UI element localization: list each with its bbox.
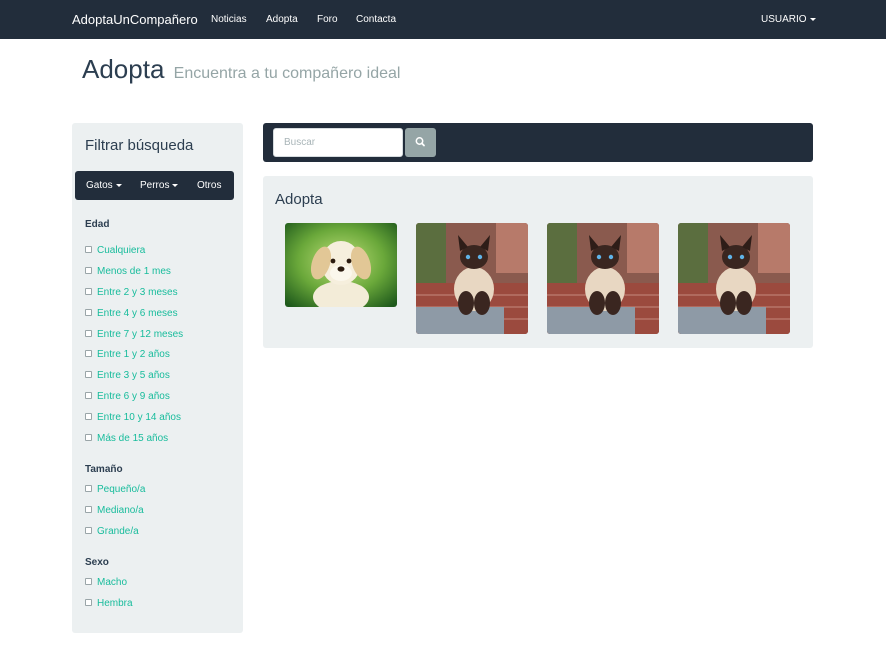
checkbox[interactable] (85, 391, 92, 399)
tamano-heading: Tamaño (85, 464, 123, 475)
animal-type-tabs: Gatos Perros Otros (75, 171, 234, 200)
search-input[interactable] (273, 128, 403, 157)
checkbox-label: Entre 6 y 9 años (97, 391, 170, 402)
checkbox-label: Entre 1 y 2 años (97, 349, 170, 360)
nav-link-foro[interactable]: Foro (317, 14, 338, 25)
search-button[interactable] (405, 128, 436, 157)
tab-perros-label: Perros (140, 180, 170, 191)
checkbox[interactable] (85, 308, 92, 316)
checkbox-label: Entre 2 y 3 meses (97, 287, 178, 298)
filter-sexo-macho[interactable]: Macho (85, 577, 127, 589)
adopta-title: Adopta (275, 191, 323, 208)
checkbox-label: Entre 10 y 14 años (97, 412, 181, 423)
search-icon (415, 137, 425, 147)
filter-edad-mas-15-anos[interactable]: Más de 15 años (85, 433, 168, 445)
checkbox[interactable] (85, 412, 92, 420)
caret-down-icon (115, 183, 122, 187)
pet-card-cat[interactable] (547, 223, 659, 334)
checkbox-label: Entre 4 y 6 meses (97, 308, 178, 319)
filter-edad-cualquiera[interactable]: Cualquiera (85, 245, 145, 257)
pet-card-cat[interactable] (678, 223, 790, 334)
filter-tamano-grande[interactable]: Grande/a (85, 526, 139, 538)
checkbox-label: Más de 15 años (97, 433, 169, 444)
checkbox[interactable] (85, 287, 92, 295)
checkbox-label: Entre 3 y 5 años (97, 370, 170, 381)
nav-link-adopta[interactable]: Adopta (266, 14, 298, 25)
edad-heading: Edad (85, 219, 110, 230)
filter-edad-1-2-anos[interactable]: Entre 1 y 2 años (85, 349, 170, 361)
checkbox[interactable] (85, 577, 92, 585)
siamese-cat-photo (547, 223, 659, 334)
filter-edad-10-14-anos[interactable]: Entre 10 y 14 años (85, 412, 181, 424)
checkbox[interactable] (85, 526, 92, 534)
filter-edad-3-5-anos[interactable]: Entre 3 y 5 años (85, 370, 170, 382)
user-menu[interactable]: USUARIO (761, 14, 816, 25)
checkbox-label: Mediano/a (97, 505, 144, 516)
tab-gatos-label: Gatos (86, 180, 113, 191)
filter-tamano-mediano[interactable]: Mediano/a (85, 505, 144, 517)
checkbox[interactable] (85, 349, 92, 357)
checkbox[interactable] (85, 598, 92, 606)
pet-card-puppy[interactable] (285, 223, 397, 307)
checkbox[interactable] (85, 433, 92, 441)
adopta-panel: Adopta (263, 176, 813, 348)
filter-title: Filtrar búsqueda (85, 137, 194, 154)
checkbox-label: Entre 7 y 12 meses (97, 329, 184, 340)
checkbox-label: Pequeño/a (97, 484, 146, 495)
pet-card-cat[interactable] (416, 223, 528, 334)
checkbox-label: Hembra (97, 598, 133, 609)
brand-link[interactable]: AdoptaUnCompañero (72, 12, 198, 27)
page-subtitle: Encuentra a tu compañero ideal (173, 65, 401, 82)
filter-tamano-pequeno[interactable]: Pequeño/a (85, 484, 145, 496)
filter-sidebar: Filtrar búsqueda Gatos Perros Otros Edad… (72, 123, 243, 633)
filter-edad-menos-1-mes[interactable]: Menos de 1 mes (85, 266, 171, 278)
checkbox[interactable] (85, 245, 92, 253)
page-title: Adopta (82, 54, 165, 84)
tab-gatos[interactable]: Gatos (86, 180, 122, 191)
checkbox-label: Macho (97, 577, 128, 588)
page-header: Adopta Encuentra a tu compañero ideal (82, 54, 400, 85)
filter-edad-4-6-meses[interactable]: Entre 4 y 6 meses (85, 308, 178, 320)
caret-down-icon (172, 183, 179, 187)
sexo-heading: Sexo (85, 557, 109, 568)
filter-sexo-hembra[interactable]: Hembra (85, 598, 133, 610)
siamese-cat-photo (678, 223, 790, 334)
checkbox-label: Menos de 1 mes (97, 266, 171, 277)
user-menu-label: USUARIO (761, 14, 807, 25)
checkbox[interactable] (85, 329, 92, 337)
caret-down-icon (809, 17, 816, 21)
nav-link-noticias[interactable]: Noticias (211, 14, 247, 25)
filter-edad-2-3-meses[interactable]: Entre 2 y 3 meses (85, 287, 178, 299)
tab-perros[interactable]: Perros (140, 180, 179, 191)
checkbox[interactable] (85, 484, 92, 492)
siamese-cat-photo (416, 223, 528, 334)
tab-otros[interactable]: Otros (197, 180, 221, 191)
top-navbar: AdoptaUnCompañero Noticias Adopta Foro C… (0, 0, 886, 39)
nav-link-contacta[interactable]: Contacta (356, 14, 396, 25)
checkbox[interactable] (85, 505, 92, 513)
puppy-photo (285, 223, 397, 307)
search-bar (263, 123, 813, 162)
checkbox-label: Grande/a (97, 526, 139, 537)
filter-edad-7-12-meses[interactable]: Entre 7 y 12 meses (85, 329, 183, 341)
checkbox[interactable] (85, 266, 92, 274)
checkbox[interactable] (85, 370, 92, 378)
checkbox-label: Cualquiera (97, 245, 146, 256)
filter-edad-6-9-anos[interactable]: Entre 6 y 9 años (85, 391, 170, 403)
